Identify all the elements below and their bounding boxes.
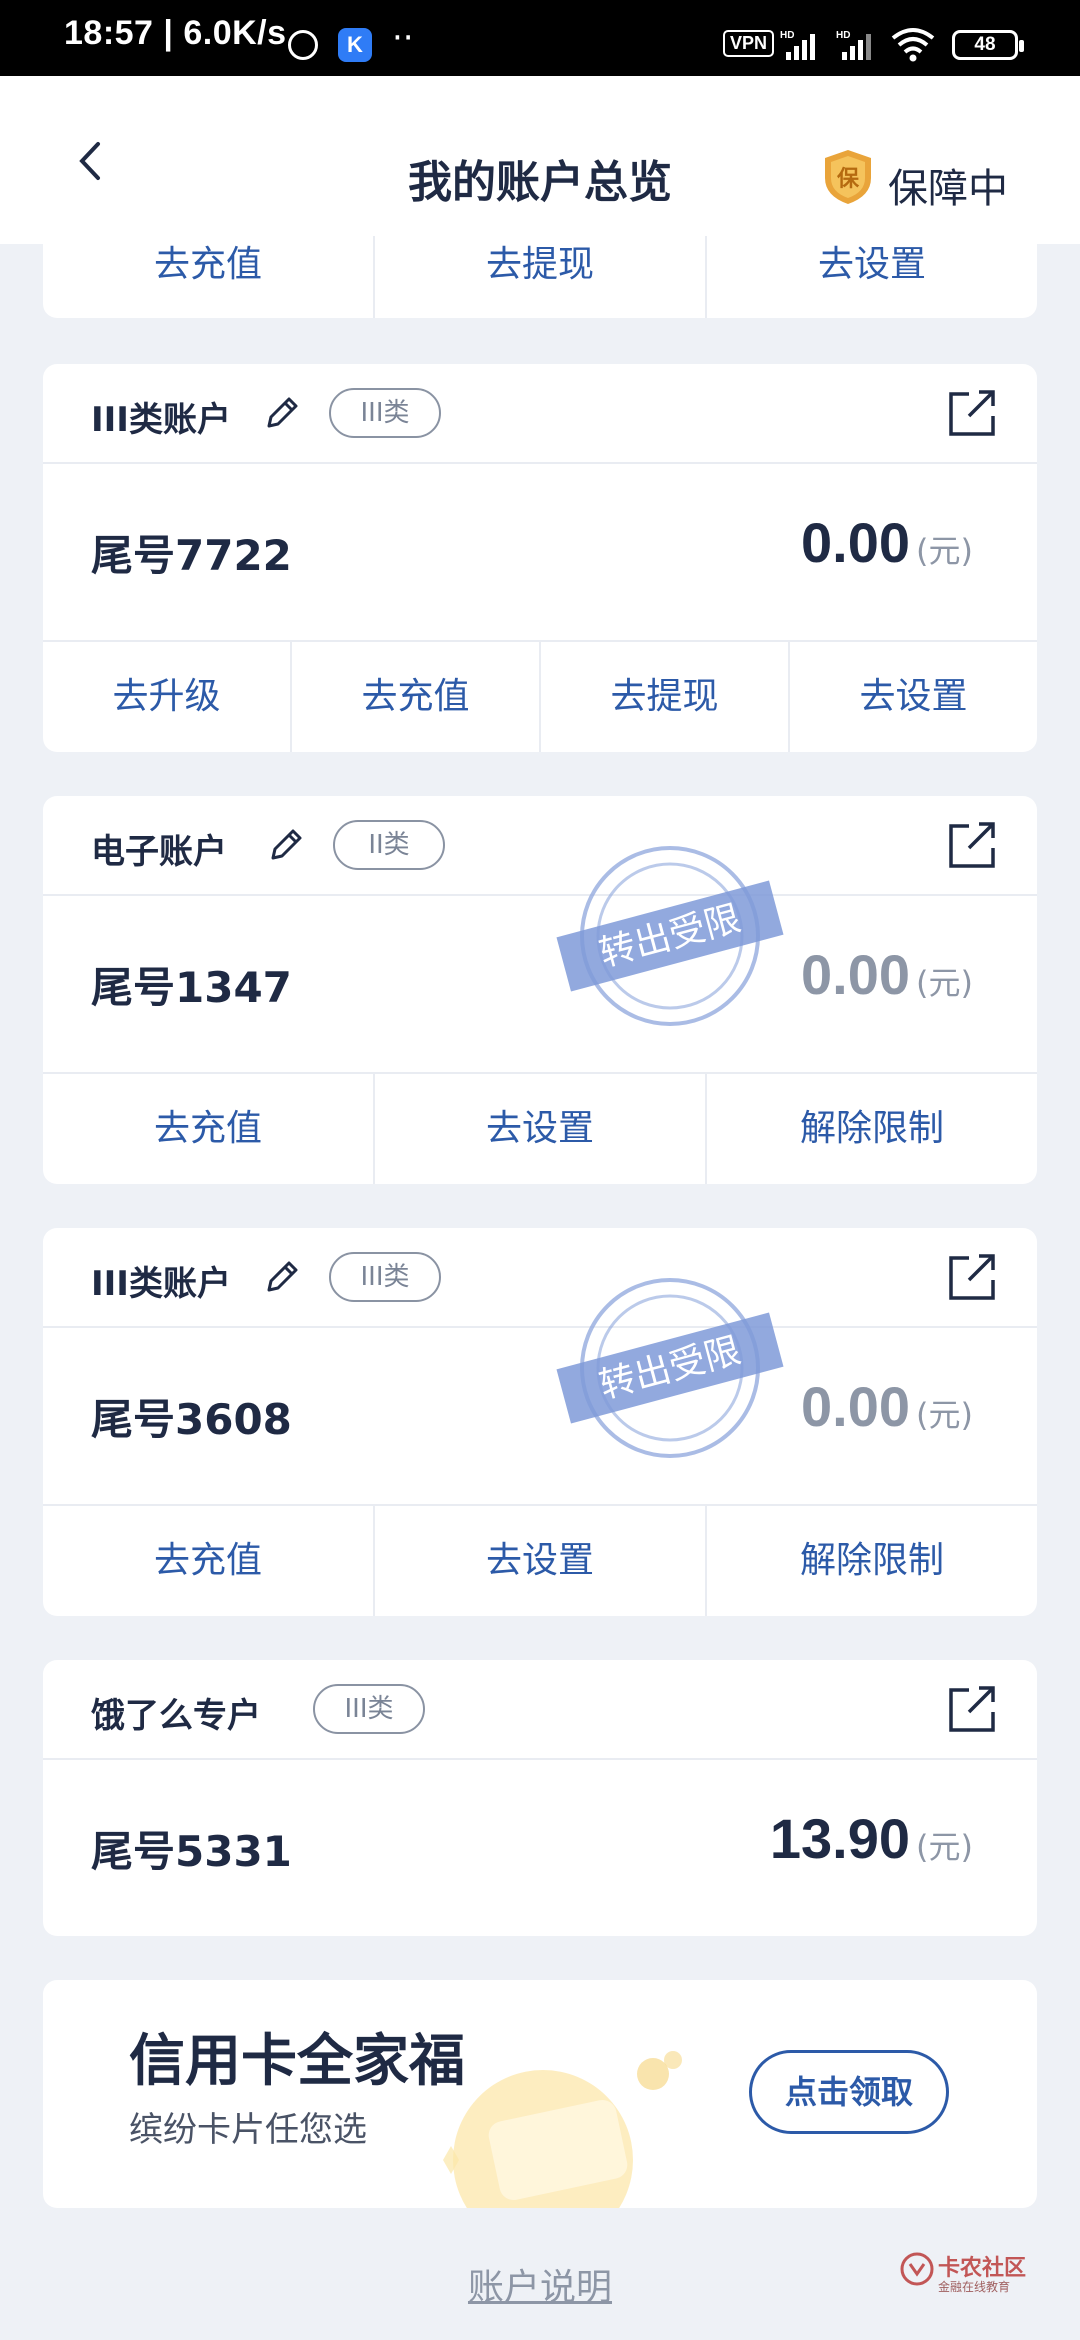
recharge-button[interactable]: 去充值 xyxy=(43,1074,373,1184)
balance-unit: (元) xyxy=(916,964,973,1002)
account-class-tag: III类 xyxy=(329,388,441,438)
account-class-tag: III类 xyxy=(313,1684,425,1734)
battery-icon: 48 xyxy=(952,30,1024,60)
external-link-icon[interactable] xyxy=(947,820,997,870)
guard-status[interactable]: 保障中 xyxy=(888,156,1008,214)
card-header: III类账户 III类 xyxy=(43,1228,1037,1328)
balance-amount: 0.00 xyxy=(801,943,911,1006)
account-card-7722: III类账户 III类 尾号7722 0.00 (元) 去升级 去充值 去提现 去… xyxy=(43,364,1037,752)
account-card-5331: 饿了么专户 III类 尾号5331 13.90 (元) xyxy=(43,1660,1037,1936)
app-notification-icon: K xyxy=(338,28,372,62)
account-card-1347: 电子账户 II类 尾号1347 0.00 (元) 去充值 去设置 解除限制 xyxy=(43,796,1037,1184)
partial-card-actions: 去充值 去提现 去设置 xyxy=(43,236,1037,318)
edit-pencil-icon[interactable] xyxy=(261,392,303,434)
balance: 0.00 (元) xyxy=(801,1374,973,1439)
signal-icon-2: HD xyxy=(836,30,871,60)
credit-card-banner[interactable]: 信用卡全家福 缤纷卡片任您选 点击领取 xyxy=(43,1980,1037,2208)
shield-icon[interactable]: 保 xyxy=(822,148,874,206)
status-bar: 18:57 | 6.0K/s K ·· VPN HD HD 48 xyxy=(0,0,1080,76)
account-number: 尾号5331 xyxy=(91,1827,292,1876)
banner-title: 信用卡全家福 xyxy=(129,2029,465,2094)
svg-text:HD: HD xyxy=(780,30,794,41)
watermark-logo-icon xyxy=(900,2252,934,2286)
card-body[interactable]: 尾号7722 0.00 (元) xyxy=(43,464,1037,640)
card-body[interactable]: 尾号5331 13.90 (元) xyxy=(43,1760,1037,1936)
vpn-icon: VPN xyxy=(723,30,775,57)
external-link-icon[interactable] xyxy=(947,1684,997,1734)
account-card-3608: III类账户 III类 尾号3608 0.00 (元) 去充值 去设置 解除限制 xyxy=(43,1228,1037,1616)
external-link-icon[interactable] xyxy=(947,388,997,438)
card-body[interactable]: 尾号1347 0.00 (元) xyxy=(43,896,1037,1072)
watermark: 卡农社区 金融在线教育 xyxy=(900,2250,1030,2294)
balance-unit: (元) xyxy=(916,1828,973,1866)
settings-button[interactable]: 去设置 xyxy=(373,1506,705,1616)
edit-pencil-icon[interactable] xyxy=(261,1256,303,1298)
restricted-stamp: 转出受限 xyxy=(556,846,784,1026)
account-number: 尾号3608 xyxy=(91,1395,292,1444)
status-time: 18:57 | 6.0K/s xyxy=(64,14,287,52)
card-header: 电子账户 II类 xyxy=(43,796,1037,896)
balance-unit: (元) xyxy=(916,532,973,570)
card-body[interactable]: 尾号3608 0.00 (元) xyxy=(43,1328,1037,1504)
more-notifications-icon: ·· xyxy=(392,18,414,58)
recharge-button[interactable]: 去充值 xyxy=(43,1506,373,1616)
alarm-icon xyxy=(288,30,318,60)
svg-text:保: 保 xyxy=(836,167,860,192)
card-header: 饿了么专户 III类 xyxy=(43,1660,1037,1760)
restricted-stamp: 转出受限 xyxy=(556,1278,784,1458)
svg-text:HD: HD xyxy=(836,30,850,41)
edit-pencil-icon[interactable] xyxy=(265,824,307,866)
balance: 0.00 (元) xyxy=(801,510,973,575)
balance: 13.90 (元) xyxy=(770,1806,973,1871)
lift-restriction-button[interactable]: 解除限制 xyxy=(705,1074,1037,1184)
card-actions: 去充值 去设置 解除限制 xyxy=(43,1072,1037,1184)
upgrade-button[interactable]: 去升级 xyxy=(43,642,290,752)
card-header: III类账户 III类 xyxy=(43,364,1037,464)
card-actions: 去充值 去设置 解除限制 xyxy=(43,1504,1037,1616)
recharge-button[interactable]: 去充值 xyxy=(43,236,373,318)
account-type-label: III类账户 xyxy=(91,1264,231,1304)
card-actions: 去升级 去充值 去提现 去设置 xyxy=(43,640,1037,752)
balance-amount: 0.00 xyxy=(801,1375,911,1438)
settings-button[interactable]: 去设置 xyxy=(788,642,1037,752)
account-class-tag: II类 xyxy=(333,820,445,870)
account-type-label: 电子账户 xyxy=(91,832,227,872)
settings-button[interactable]: 去设置 xyxy=(373,1074,705,1184)
settings-button[interactable]: 去设置 xyxy=(705,236,1037,318)
claim-button[interactable]: 点击领取 xyxy=(749,2050,949,2134)
external-link-icon[interactable] xyxy=(947,1252,997,1302)
balance-amount: 0.00 xyxy=(801,511,911,574)
lift-restriction-button[interactable]: 解除限制 xyxy=(705,1506,1037,1616)
page-header: 我的账户总览 保 保障中 xyxy=(0,76,1080,244)
account-info-link[interactable]: 账户说明 xyxy=(468,2267,612,2308)
account-number: 尾号1347 xyxy=(91,963,292,1012)
account-type-label: III类账户 xyxy=(91,400,231,440)
balance: 0.00 (元) xyxy=(801,942,973,1007)
card-illustration xyxy=(443,2051,682,2208)
account-class-tag: III类 xyxy=(329,1252,441,1302)
account-number: 尾号7722 xyxy=(91,531,292,580)
withdraw-button[interactable]: 去提现 xyxy=(539,642,788,752)
wifi-icon xyxy=(891,28,935,62)
signal-icon: HD xyxy=(780,30,815,60)
recharge-button[interactable]: 去充值 xyxy=(290,642,539,752)
watermark-subtext: 金融在线教育 xyxy=(938,2280,1011,2294)
balance-amount: 13.90 xyxy=(769,1807,911,1870)
balance-unit: (元) xyxy=(916,1396,973,1434)
account-type-label: 饿了么专户 xyxy=(91,1696,261,1736)
banner-subtitle: 缤纷卡片任您选 xyxy=(129,2110,367,2150)
withdraw-button[interactable]: 去提现 xyxy=(373,236,705,318)
